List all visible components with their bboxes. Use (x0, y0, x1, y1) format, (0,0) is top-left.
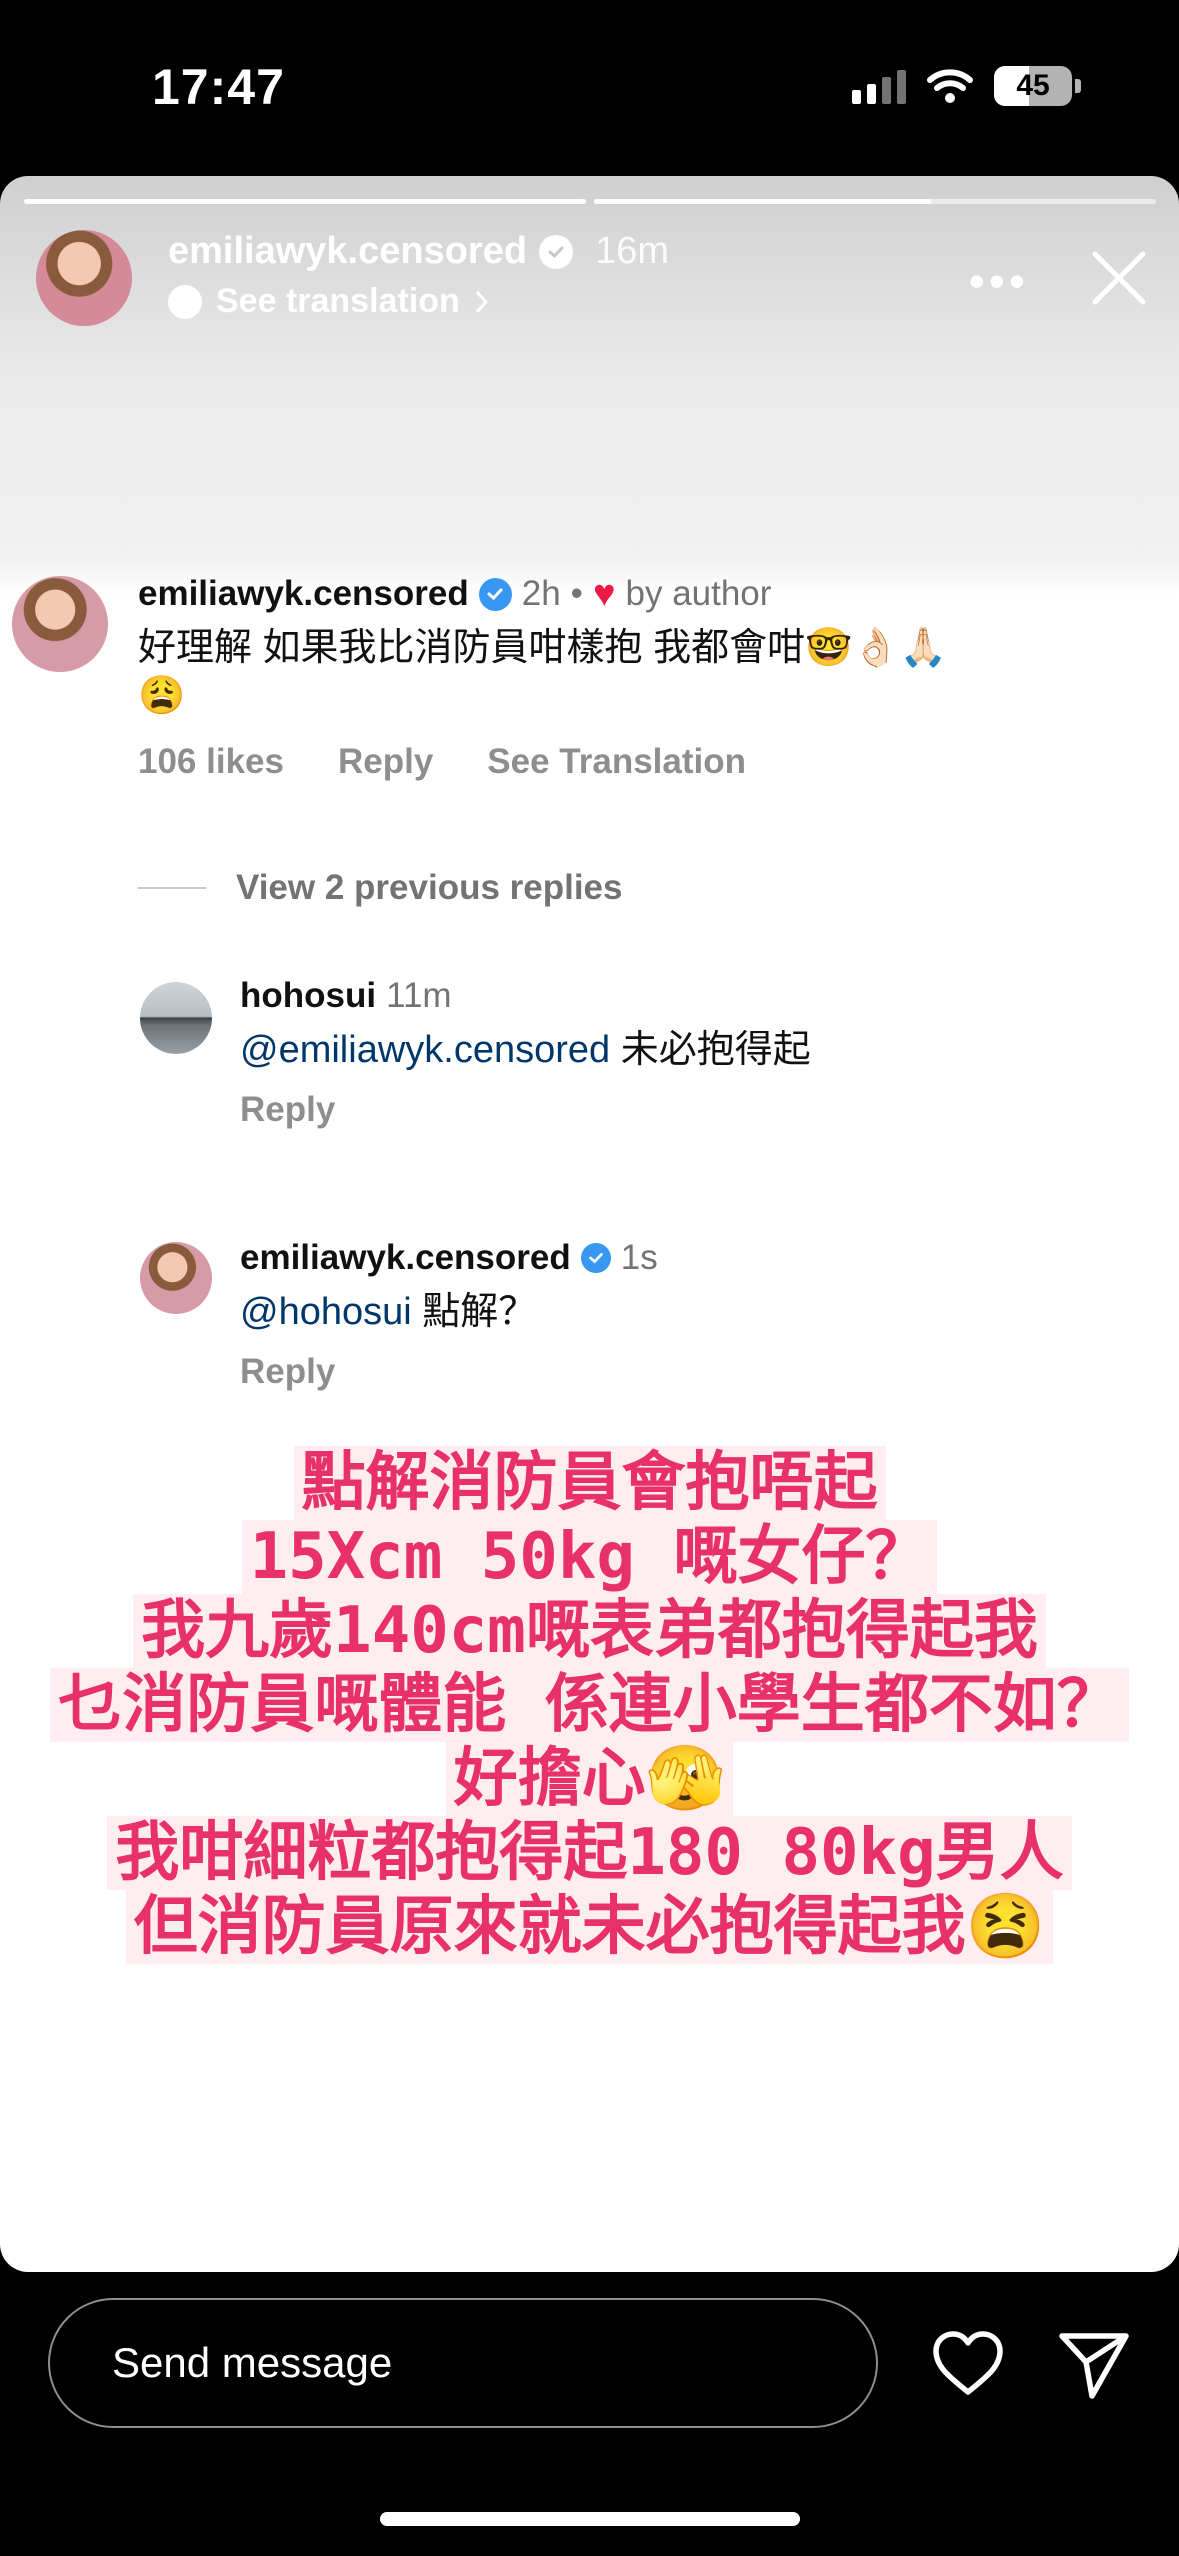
status-icons: 45 (852, 66, 1081, 106)
reply-item: emiliawyk.censored 1s @hohosui 點解？ Reply (240, 1238, 1140, 1392)
comment-time: 2h (521, 574, 561, 613)
see-translation-label: See translation (216, 282, 460, 320)
reply-body: 點解？ (411, 1291, 537, 1333)
close-icon[interactable] (1087, 246, 1151, 310)
verified-icon (539, 234, 574, 269)
home-indicator (380, 2512, 800, 2526)
mention-link[interactable]: @emiliawyk.censored (240, 1029, 610, 1071)
story-caption: 點解消防員會抱唔起 15Xcm 50kg 嘅女仔？ 我九歲140cm嘅表弟都抱得… (0, 1446, 1179, 1964)
see-translation-button[interactable]: See Translation (487, 742, 746, 782)
story-time: 16m (595, 230, 669, 272)
reply-item: hohosui 11m @emiliawyk.censored 未必抱得起 Re… (240, 976, 1140, 1130)
battery-level: 45 (1016, 69, 1050, 102)
send-message-input[interactable]: Send message (48, 2298, 878, 2428)
likes-count[interactable]: 106 likes (138, 742, 284, 782)
share-send-icon[interactable] (1054, 2324, 1134, 2404)
story-progress-2 (594, 199, 1156, 204)
translation-bubble-icon (168, 284, 202, 319)
reply-actions: Reply (240, 1090, 1140, 1130)
reply-body: 未必抱得起 (610, 1029, 811, 1071)
reply-actions: Reply (240, 1352, 1140, 1392)
comment-username[interactable]: emiliawyk.censored (138, 574, 469, 614)
comment-actions: 106 likes Reply See Translation (138, 742, 1138, 782)
liked-by-author: by author (625, 574, 772, 613)
author-heart-icon: ♥ (592, 573, 616, 615)
caption-line: 好擔心🫣 (445, 1742, 734, 1816)
story-header-user[interactable]: emiliawyk.censored 16m (168, 230, 669, 273)
caption-line: 15Xcm 50kg 嘅女仔？ (241, 1520, 938, 1594)
story-card: emiliawyk.censored 16m See translation •… (0, 176, 1179, 2272)
meta-dot: • (570, 574, 583, 613)
status-time: 17:47 (152, 59, 285, 115)
comment-header: emiliawyk.censored 2h • ♥ by author (138, 574, 1138, 614)
reply-avatar[interactable] (140, 1242, 212, 1314)
chevron-right-icon (475, 290, 488, 313)
view-replies-label: View 2 previous replies (236, 868, 623, 907)
story-username[interactable]: emiliawyk.censored (168, 230, 527, 273)
comment-text-line1: 好理解 如果我比消防員咁樣抱 我都會咁🤓👌🏻🙏🏻 (138, 627, 948, 669)
reply-avatar[interactable] (140, 982, 212, 1054)
reply-button[interactable]: Reply (240, 1352, 335, 1392)
reply-username[interactable]: hohosui (240, 976, 376, 1016)
cellular-signal-icon (852, 68, 906, 104)
caption-line: 點解消防員會抱唔起 (293, 1446, 886, 1520)
wifi-icon (927, 69, 973, 103)
divider (138, 887, 206, 889)
see-translation-link[interactable]: See translation (168, 282, 490, 321)
reply-button[interactable]: Reply (338, 742, 433, 782)
like-heart-icon[interactable] (928, 2324, 1008, 2404)
main-comment: emiliawyk.censored 2h • ♥ by author 好理解 … (138, 574, 1138, 782)
send-message-placeholder: Send message (112, 2339, 393, 2386)
reply-text: @hohosui 點解？ (240, 1288, 1140, 1336)
mention-link[interactable]: @hohosui (240, 1291, 412, 1333)
verified-icon (478, 577, 512, 611)
battery-icon: 45 (994, 66, 1072, 106)
reply-button[interactable]: Reply (240, 1090, 335, 1130)
verified-icon (580, 1243, 611, 1273)
reply-header: emiliawyk.censored 1s (240, 1238, 1140, 1278)
story-progress-1 (24, 199, 586, 204)
comment-text: 好理解 如果我比消防員咁樣抱 我都會咁🤓👌🏻🙏🏻 😩 (138, 624, 1138, 720)
more-options-button[interactable]: ••• (969, 258, 1029, 304)
reply-time: 1s (620, 1238, 658, 1277)
story-avatar[interactable] (36, 230, 132, 326)
caption-line: 我咁細粒都抱得起180 80kg男人 (107, 1816, 1072, 1890)
caption-line: 我九歲140cm嘅表弟都抱得起我 (133, 1594, 1046, 1668)
caption-line: 但消防員原來就未必抱得起我😫 (125, 1890, 1054, 1964)
reply-header: hohosui 11m (240, 976, 1140, 1016)
comment-avatar[interactable] (12, 576, 108, 672)
comment-text-line2: 😩 (138, 675, 186, 717)
caption-line: 乜消防員嘅體能 係連小學生都不如？ (50, 1668, 1129, 1742)
reply-text: @emiliawyk.censored 未必抱得起 (240, 1026, 1140, 1074)
view-previous-replies[interactable]: View 2 previous replies (138, 868, 623, 908)
status-bar: 17:47 45 (0, 0, 1179, 170)
reply-time: 11m (386, 976, 452, 1015)
reply-username[interactable]: emiliawyk.censored (240, 1238, 571, 1278)
